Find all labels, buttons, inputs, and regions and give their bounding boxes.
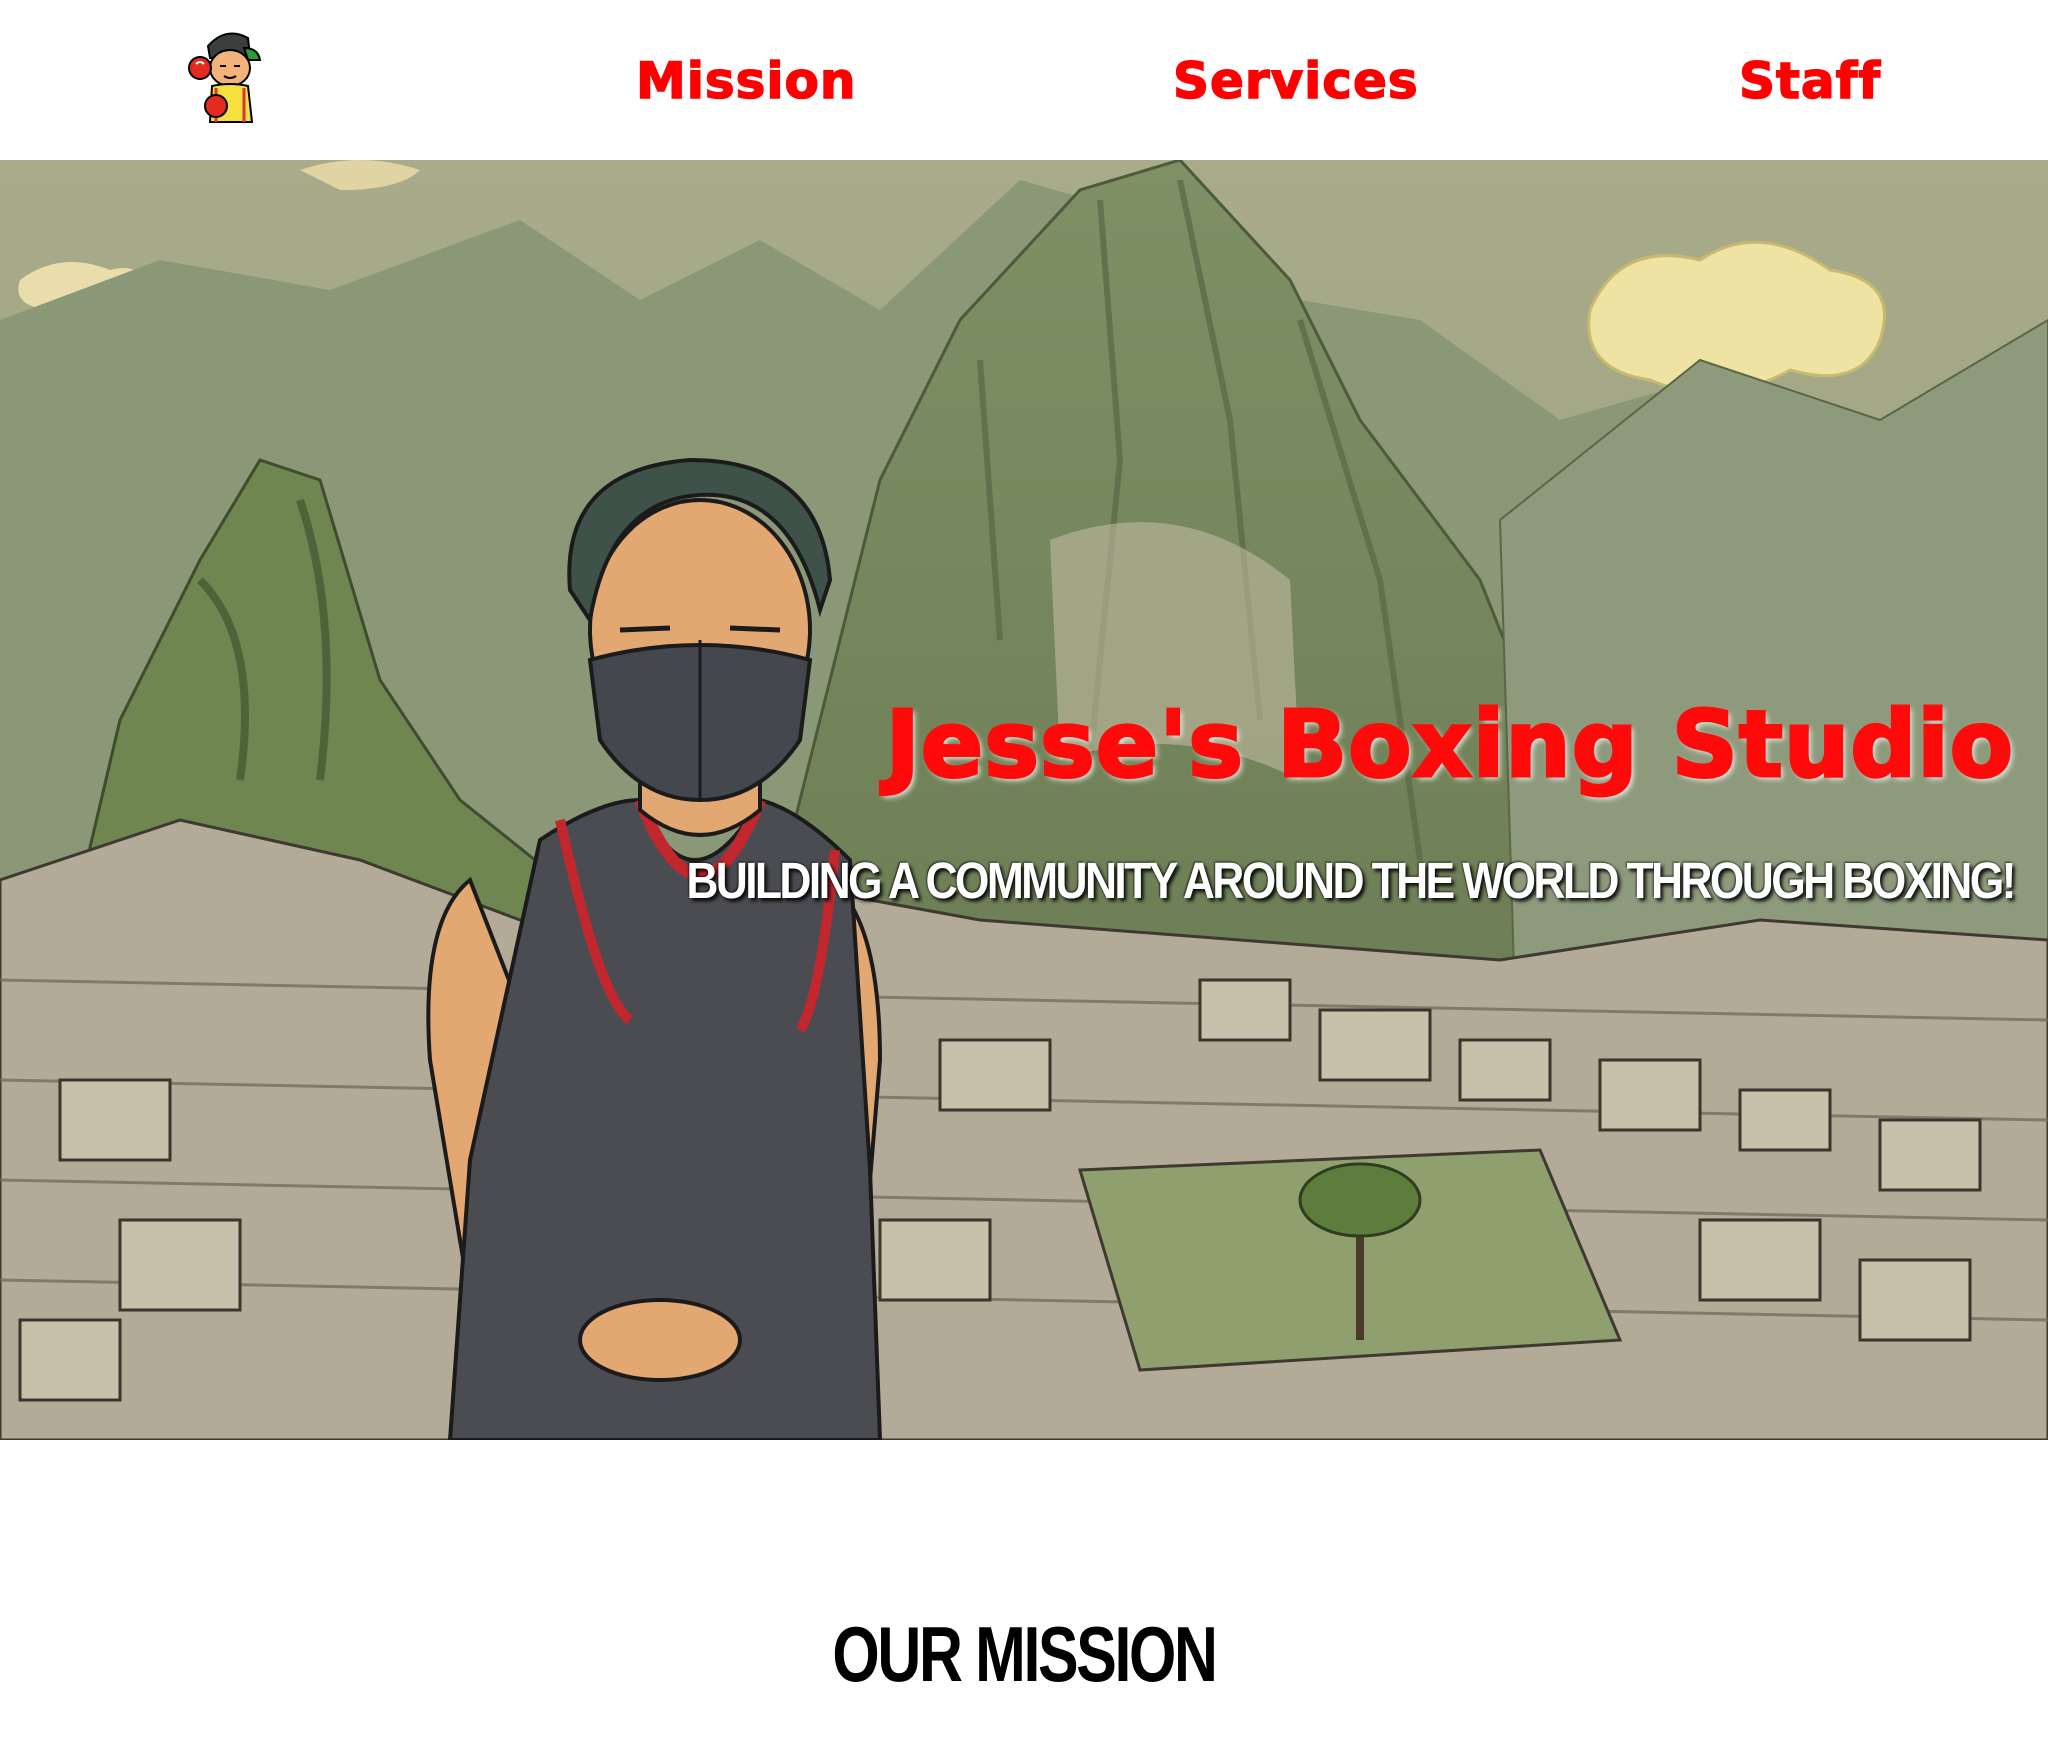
nav-link-services[interactable]: Services <box>1172 46 1419 116</box>
mission-section: OUR MISSION <box>0 1440 2048 1754</box>
boxer-mascot-icon <box>188 32 262 123</box>
nav-link-mission[interactable]: Mission <box>635 46 857 116</box>
hero-illustration-icon <box>0 160 2048 1440</box>
hero-title: Jesse's Boxing Studio <box>884 690 2014 800</box>
page: Mission Services Staff Jesse's Boxing St… <box>0 0 2048 1754</box>
mission-heading: OUR MISSION <box>832 1610 1218 1698</box>
nav-link-staff[interactable]: Staff <box>1738 46 1881 116</box>
logo-link[interactable] <box>186 26 272 126</box>
hero-subtitle: BUILDING A COMMUNITY AROUND THE WORLD TH… <box>686 852 2017 909</box>
site-header: Mission Services Staff <box>0 0 2048 160</box>
hero-banner: Jesse's Boxing Studio BUILDING A COMMUNI… <box>0 160 2048 1440</box>
